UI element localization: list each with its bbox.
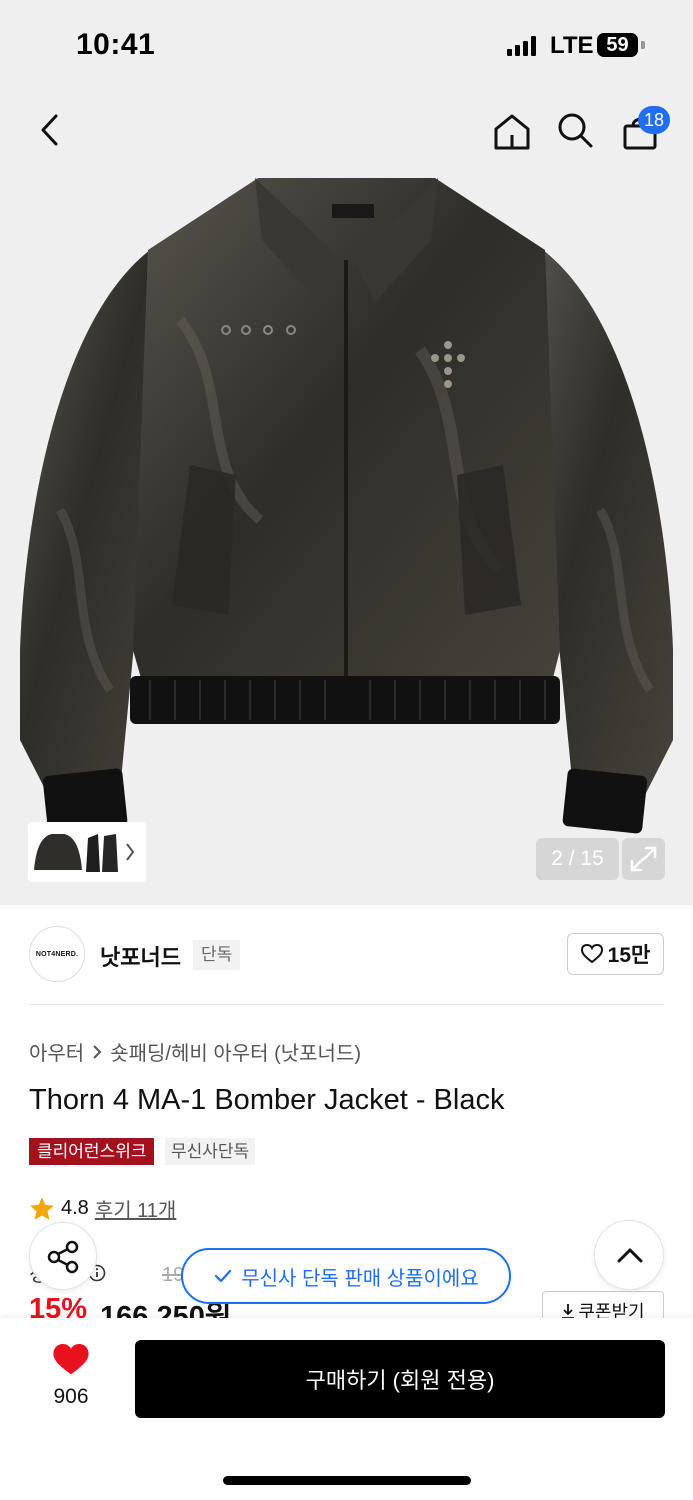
heart-outline-icon bbox=[580, 944, 603, 964]
product-gallery[interactable] bbox=[0, 90, 693, 905]
scroll-top-button[interactable] bbox=[594, 1220, 664, 1290]
check-icon bbox=[215, 1269, 232, 1283]
product-image bbox=[20, 178, 673, 834]
brand-like-button[interactable]: 15만 bbox=[567, 933, 664, 975]
exclusive-toast: 무신사 단독 판매 상품이에요 bbox=[181, 1248, 511, 1304]
product-title: Thorn 4 MA-1 Bomber Jacket - Black bbox=[29, 1084, 505, 1116]
toast-text: 무신사 단독 판매 상품이에요 bbox=[241, 1267, 479, 1290]
review-link[interactable]: 후기 11개 bbox=[95, 1194, 177, 1223]
brand-like-count: 15만 bbox=[607, 944, 651, 967]
status-bar: 10:41 LTE 59 bbox=[0, 0, 693, 90]
star-icon bbox=[30, 1197, 54, 1220]
gallery-counter: 2 / 15 bbox=[536, 838, 619, 880]
home-button[interactable] bbox=[490, 110, 534, 154]
brand-logo[interactable]: NOT4NERD. bbox=[29, 926, 85, 982]
rating-value: 4.8 bbox=[61, 1197, 89, 1219]
breadcrumb-level2[interactable]: 숏패딩/헤비 아우터 (낫포너드) bbox=[110, 1037, 361, 1066]
heart-filled-icon bbox=[53, 1344, 89, 1375]
share-button[interactable] bbox=[29, 1222, 97, 1290]
breadcrumb: 아우터 숏패딩/헤비 아우터 (낫포너드) bbox=[29, 1037, 361, 1066]
chevron-right-icon bbox=[126, 843, 135, 861]
share-icon bbox=[47, 1240, 79, 1274]
exclusive-product-tag: 무신사단독 bbox=[165, 1138, 256, 1165]
breadcrumb-level1[interactable]: 아우터 bbox=[29, 1037, 84, 1066]
rating-row: 4.8 후기 11개 bbox=[29, 1194, 176, 1223]
battery-tip bbox=[641, 41, 645, 49]
divider bbox=[29, 1004, 664, 1005]
download-icon bbox=[562, 1304, 575, 1319]
thumbnail-images bbox=[34, 834, 135, 872]
cart-count-badge: 18 bbox=[638, 106, 670, 134]
home-icon bbox=[494, 114, 530, 150]
expand-icon bbox=[630, 846, 657, 872]
chevron-right-icon bbox=[93, 1044, 102, 1059]
wish-button[interactable]: 906 bbox=[36, 1344, 106, 1409]
brand-name[interactable]: 낫포너드 bbox=[100, 940, 181, 972]
signal-icon bbox=[507, 36, 537, 56]
exclusive-tag: 단독 bbox=[193, 940, 241, 970]
buy-button[interactable]: 구매하기 (회원 전용) bbox=[135, 1340, 665, 1418]
expand-button[interactable] bbox=[622, 838, 665, 880]
thumbnail-strip-button[interactable] bbox=[28, 822, 146, 882]
home-indicator bbox=[223, 1476, 471, 1485]
sale-tag: 클리어런스위크 bbox=[29, 1138, 155, 1165]
search-icon bbox=[558, 113, 593, 148]
wish-count: 906 bbox=[53, 1385, 89, 1408]
network-label: LTE bbox=[550, 32, 594, 59]
status-time: 10:41 bbox=[76, 28, 156, 61]
battery-icon: 59 bbox=[597, 33, 638, 57]
back-button[interactable] bbox=[28, 108, 72, 152]
chevron-up-icon bbox=[617, 1248, 643, 1263]
search-button[interactable] bbox=[553, 108, 597, 152]
chevron-left-icon bbox=[41, 114, 58, 146]
